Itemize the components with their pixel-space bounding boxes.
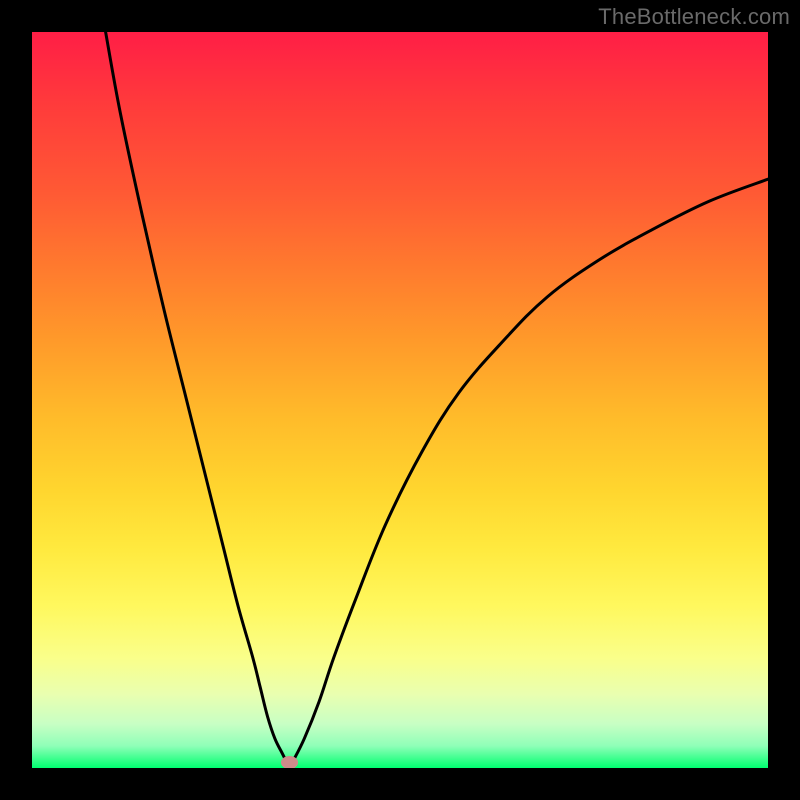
chart-frame: TheBottleneck.com [0, 0, 800, 800]
watermark-text: TheBottleneck.com [598, 4, 790, 30]
curve-svg [32, 32, 768, 768]
plot-area [32, 32, 768, 768]
min-point-marker [281, 756, 299, 768]
curve-left-branch [106, 32, 286, 761]
curve-right-branch [293, 179, 768, 760]
